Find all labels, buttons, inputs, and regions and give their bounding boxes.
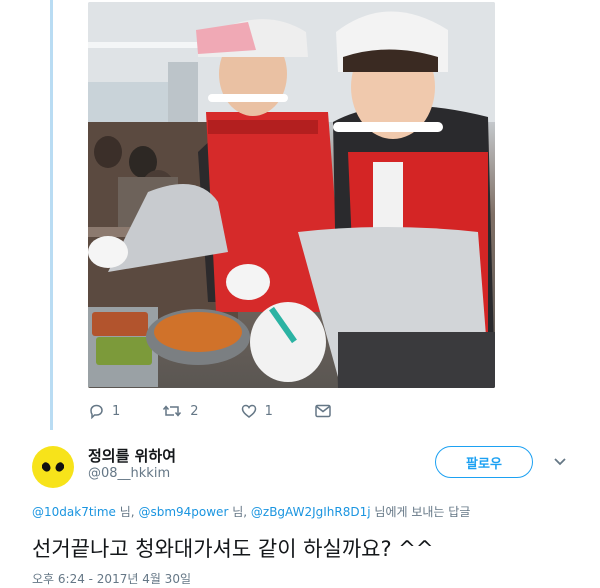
reply-icon	[90, 404, 103, 419]
retweet-icon	[163, 405, 182, 417]
like-icon	[241, 404, 256, 418]
reply-count: 1	[112, 403, 121, 419]
message-action[interactable]	[315, 404, 331, 418]
mention-link[interactable]: @zBgAW2JgIhR8D1j	[251, 505, 371, 519]
more-menu-button[interactable]	[553, 452, 567, 471]
thread-connector-line	[50, 0, 53, 430]
retweet-count: 2	[190, 403, 199, 419]
mention-link[interactable]: @sbm94power	[138, 505, 228, 519]
mention-separator: 님,	[119, 505, 135, 519]
tweet-action-bar: 1 2 1	[88, 401, 373, 421]
tweet-text: 선거끝나고 청와대가셔도 같이 하실까요? ^^	[32, 537, 434, 561]
replying-to-suffix: 님에게 보내는 답글	[374, 505, 471, 519]
like-count: 1	[264, 403, 273, 419]
like-action[interactable]: 1	[241, 403, 273, 419]
author-handle[interactable]: @08__hkkim	[88, 466, 170, 481]
message-icon	[315, 404, 331, 418]
avatar-logo	[42, 462, 64, 472]
author-name[interactable]: 정의를 위하여	[88, 445, 176, 466]
chevron-down-icon	[554, 458, 566, 466]
photo-illustration	[88, 2, 495, 388]
author-avatar[interactable]	[32, 446, 74, 488]
reply-action[interactable]: 1	[88, 403, 120, 419]
mention-link[interactable]: @10dak7time	[32, 505, 116, 519]
tweet-timestamp[interactable]: 오후 6:24 - 2017년 4월 30일	[32, 570, 191, 587]
replying-to-line: @10dak7time 님, @sbm94power 님, @zBgAW2JgI…	[32, 503, 470, 520]
mention-separator: 님,	[232, 505, 248, 519]
retweet-action[interactable]: 2	[162, 403, 199, 419]
tweet-photo[interactable]	[88, 2, 495, 388]
follow-button[interactable]: 팔로우	[435, 446, 533, 478]
